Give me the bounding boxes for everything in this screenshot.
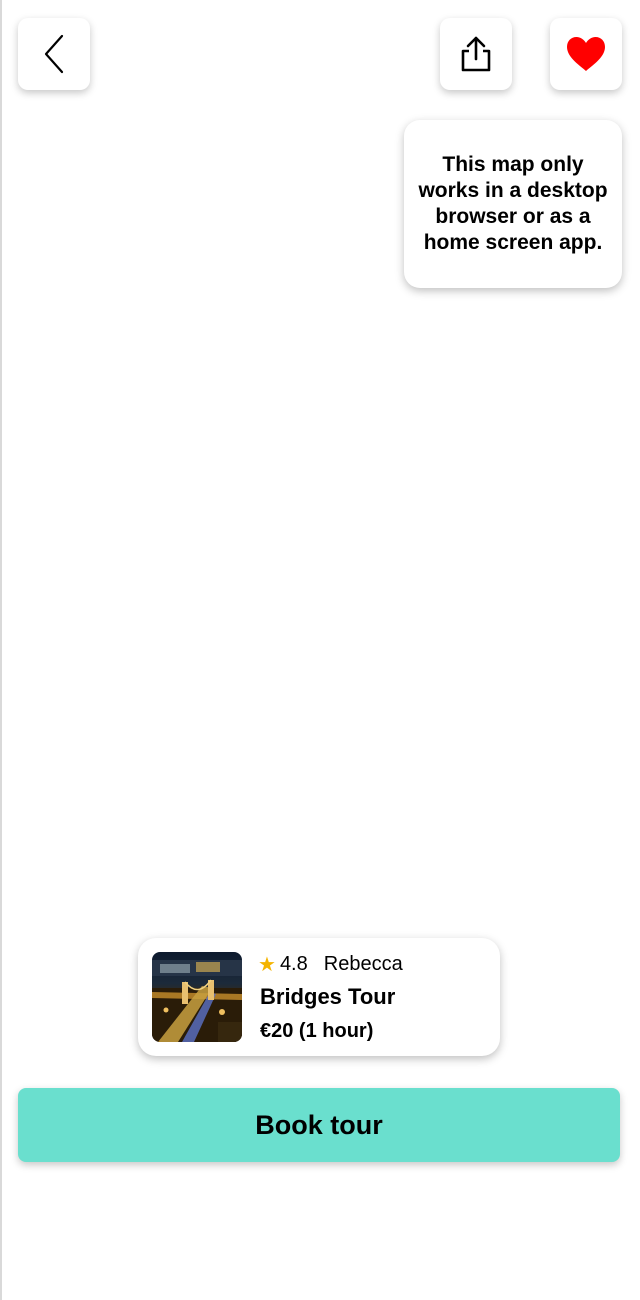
- tour-card[interactable]: ★ 4.8 Rebecca Bridges Tour €20 (1 hour): [138, 938, 500, 1056]
- rating-row: ★ 4.8 Rebecca: [258, 952, 403, 977]
- tour-title: Bridges Tour: [260, 984, 396, 1009]
- map-notice-text: This map only works in a desktop browser…: [418, 153, 608, 254]
- heart-icon: [567, 37, 605, 71]
- back-button[interactable]: [18, 18, 90, 90]
- rating-value: 4.8: [279, 953, 308, 975]
- chevron-left-icon: [44, 34, 64, 74]
- book-tour-button[interactable]: Book tour: [18, 1088, 620, 1162]
- share-button[interactable]: [440, 18, 512, 90]
- star-icon: ★: [258, 954, 276, 976]
- tour-price: €20 (1 hour): [260, 1020, 374, 1042]
- tour-map-screen: This map only works in a desktop browser…: [0, 0, 640, 1300]
- map-unavailable-notice: This map only works in a desktop browser…: [404, 120, 622, 288]
- tour-thumbnail: [152, 952, 242, 1042]
- guide-name: Rebecca: [323, 953, 403, 975]
- share-icon: [461, 36, 491, 72]
- favorite-button[interactable]: [550, 18, 622, 90]
